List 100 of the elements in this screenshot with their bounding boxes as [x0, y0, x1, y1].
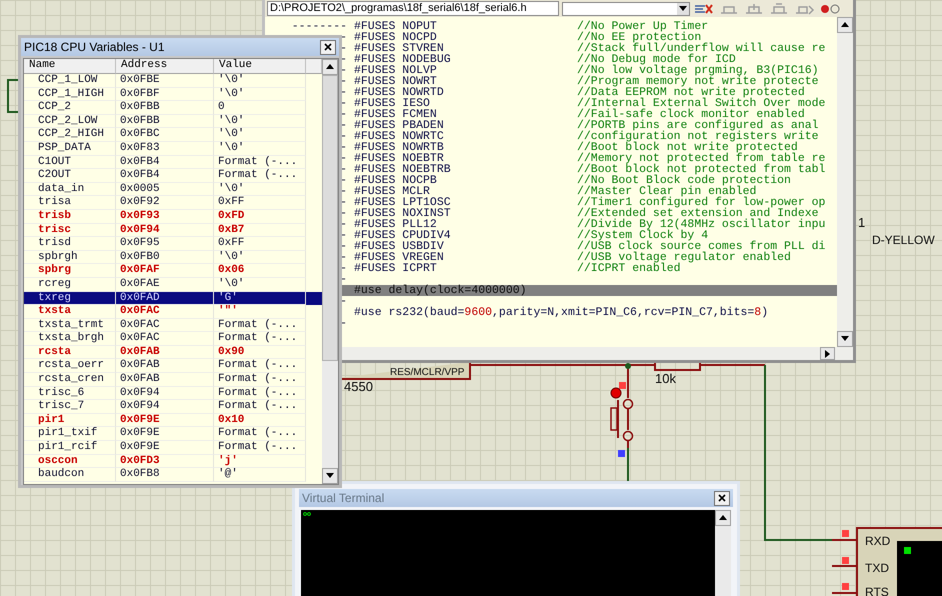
code-comment: //Program memory not write protecte — [577, 76, 819, 87]
scroll-down-button[interactable] — [837, 331, 853, 347]
table-cell: '\0' — [214, 128, 306, 142]
close-icon — [323, 42, 333, 52]
scroll-right-button[interactable] — [820, 347, 835, 360]
column-header[interactable]: Name — [24, 59, 116, 74]
scroll-up-button[interactable] — [322, 59, 338, 75]
table-cell: 0x0F94 — [116, 400, 214, 414]
code-comment: //Extended set extension and Indexe — [577, 208, 819, 219]
code-line: #FUSES CPUDIV4 — [354, 230, 452, 241]
line-marker: - — [340, 263, 347, 274]
line-marker: - — [340, 142, 347, 153]
code-line: #FUSES NOCPD — [354, 32, 437, 43]
table-cell: 0x0FBE — [116, 74, 214, 88]
code-comment: //No Boot Block code protection — [577, 175, 791, 186]
table-cell: Format (-... — [214, 359, 306, 374]
code-line: #FUSES IESO — [354, 98, 430, 109]
table-cell: trisa — [24, 196, 116, 210]
table-cell: Format (-... — [214, 169, 306, 183]
line-marker: - — [340, 186, 347, 197]
table-cell: 0x0FAB — [116, 346, 214, 360]
schematic-label: 1 — [858, 215, 866, 230]
scroll-down-button[interactable] — [322, 468, 338, 484]
table-cell: rcsta — [24, 346, 116, 360]
table-cell: 0x0005 — [116, 182, 214, 196]
pin-marker — [842, 530, 849, 537]
table-cell: '@' — [214, 468, 306, 482]
code-line: #FUSES NODEBUG — [354, 54, 452, 65]
scroll-up-button[interactable] — [715, 510, 731, 526]
breakpoint-icon[interactable] — [818, 2, 842, 14]
code-comment: //Memory not protected from table re — [577, 153, 826, 164]
close-button[interactable] — [714, 490, 730, 506]
scroll-up-button[interactable] — [837, 17, 853, 33]
code-comment: //Data EEPROM not write protected — [577, 87, 805, 98]
table-cell: 0x0FBC — [116, 128, 214, 142]
line-marker: - — [340, 164, 347, 175]
window-title: PIC18 CPU Variables - U1 — [24, 40, 164, 54]
terminal-screen — [897, 541, 942, 596]
code-line: #FUSES ICPRT — [354, 263, 438, 274]
table-cell: Format (-... — [214, 427, 306, 442]
code-comment: //System Clock by 4 — [577, 230, 708, 241]
table-cell: trisb — [24, 210, 116, 224]
table-cell: rcsta_oerr — [24, 359, 116, 374]
line-marker: - — [340, 32, 347, 43]
file-path-field[interactable]: D:\PROJETO2\_programas\18f_serial6\18f_serial6.h — [267, 1, 559, 16]
table-cell: txreg — [24, 292, 116, 306]
compile-icon[interactable] — [693, 2, 715, 14]
code-line: #FUSES USBDIV — [354, 241, 445, 252]
table-cell: '\0' — [214, 142, 306, 156]
code-comment: //No Debug mode for ICD — [577, 54, 736, 65]
table-cell: osccon — [24, 454, 116, 468]
table-cell: 0x10 — [214, 414, 306, 428]
line-marker: - — [340, 296, 347, 307]
table-cell: '\0' — [214, 182, 306, 196]
line-marker: - — [340, 153, 347, 164]
column-header[interactable]: Address — [116, 59, 214, 74]
vertical-scrollbar[interactable] — [837, 17, 853, 347]
table-cell: CCP_1_HIGH — [24, 88, 116, 102]
code-comment: //Boot block not write protected — [577, 142, 798, 153]
schematic-label: RTS — [865, 585, 889, 596]
table-cell: Format (-... — [214, 400, 306, 414]
code-comment: //Boot block not protected from tabl — [577, 164, 826, 175]
line-marker: - — [340, 175, 347, 186]
pin-marker — [618, 450, 625, 457]
table-cell: 0xFF — [214, 237, 306, 251]
table-cell: data_in — [24, 182, 116, 196]
line-marker: - — [340, 131, 347, 142]
table-cell: Format (-... — [214, 332, 306, 346]
selected-row[interactable]: txreg 0x0FAD 'G' — [24, 292, 322, 306]
table-cell: CCP_2_LOW — [24, 114, 116, 128]
table-cell: trisc_6 — [24, 386, 116, 400]
table-cell: Format (-... — [214, 318, 306, 332]
table-cell: 0x0F93 — [116, 210, 214, 224]
schematic-label: 4550 — [344, 379, 373, 394]
probe-icon — [610, 388, 622, 398]
line-marker: - — [340, 230, 347, 241]
dropdown-field[interactable] — [562, 2, 690, 16]
code-line: #FUSES NOEBTRB — [354, 164, 452, 175]
code-line: #FUSES PLL12 — [354, 219, 437, 230]
table-cell: pir1 — [24, 414, 116, 428]
led-indicator — [904, 547, 911, 554]
table-cell: Format (-... — [214, 373, 306, 387]
table-cell: 0x0FB4 — [116, 156, 214, 170]
table-cell: 0x0FAD — [116, 292, 214, 306]
line-marker: - — [340, 274, 347, 285]
code-line: #FUSES NOWRTB — [354, 142, 445, 153]
vertical-scrollbar[interactable] — [715, 510, 731, 596]
line-marker: - — [340, 54, 347, 65]
table-cell: 0x0F92 — [116, 196, 214, 210]
line-marker: - — [340, 98, 347, 109]
line-marker: -------- — [292, 21, 347, 32]
wire — [627, 448, 629, 483]
close-button[interactable] — [320, 40, 336, 54]
schematic-label: RXD — [865, 534, 890, 548]
vertical-scrollbar[interactable] — [322, 59, 338, 484]
table-cell: 0x0FAF — [116, 264, 214, 278]
column-header[interactable]: Value — [214, 59, 306, 74]
table-cell: '\0' — [214, 74, 306, 88]
table-cell: '\0' — [214, 114, 306, 128]
table-cell: 0xFF — [214, 196, 306, 210]
